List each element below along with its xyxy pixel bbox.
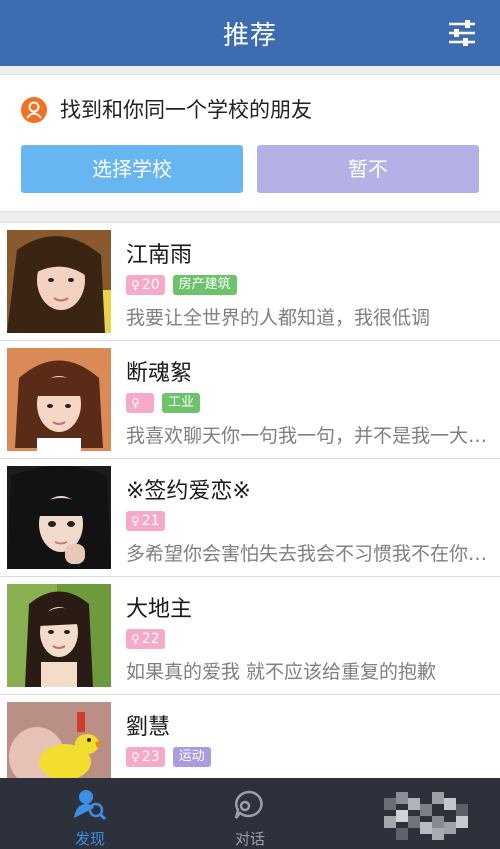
user-row[interactable]: ※签约爱恋※ ♀ 21 多希望你会害怕失去我会不习惯我不在你身边 [0, 459, 500, 577]
filter-button[interactable] [446, 17, 478, 49]
user-bio: 多希望你会害怕失去我会不习惯我不在你身边 [126, 543, 492, 565]
bottom-nav: 发现 对话 [0, 778, 500, 849]
category-tag: 运动 [172, 747, 211, 767]
female-icon: ♀ [131, 514, 140, 528]
user-tags: ♀ 21 [126, 511, 165, 531]
school-prompt-card: 找到和你同一个学校的朋友 选择学校 暂不 [0, 74, 500, 212]
page-title: 推荐 [222, 20, 277, 51]
female-icon: ♀ [131, 632, 140, 646]
tab-discover-label: 发现 [74, 830, 105, 848]
user-row[interactable]: 大地主 ♀ 22 如果真的爱我 就不应该给重复的抱歉 [0, 577, 500, 695]
user-bio: 我要让全世界的人都知道，我很低调 [126, 307, 431, 329]
chat-bubble-icon [234, 790, 263, 819]
user-name: 大地主 [126, 597, 193, 622]
age-tag: ♀ 20 [126, 275, 165, 295]
age-value: 23 [141, 749, 160, 765]
category-tag: 工业 [162, 393, 201, 413]
user-row[interactable]: 江南雨 ♀ 20 房产建筑 我要让全世界的人都知道，我很低调 [0, 223, 500, 341]
user-row[interactable]: 劉慧 ♀ 23 运动 [0, 695, 500, 778]
avatar[interactable] [7, 702, 111, 778]
person-circle-icon [21, 97, 47, 123]
category-tag: 房产建筑 [172, 275, 237, 295]
sliders-icon [449, 20, 475, 46]
age-tag: ♀ 22 [126, 629, 165, 649]
female-icon: ♀ [131, 396, 140, 410]
user-tags: ♀ 22 [126, 629, 165, 649]
pixelated-nav-item[interactable] [384, 792, 468, 840]
tab-chat[interactable]: 对话 [200, 778, 300, 849]
age-value: 20 [141, 277, 160, 293]
female-icon: ♀ [131, 278, 140, 292]
discover-icon [74, 790, 107, 821]
age-value: 21 [141, 513, 160, 529]
age-value: 22 [141, 631, 160, 647]
avatar[interactable] [7, 348, 111, 451]
age-tag: ♀ 21 [126, 511, 165, 531]
age-tag: ♀ [126, 393, 154, 413]
user-name: 江南雨 [126, 243, 193, 268]
user-list: 江南雨 ♀20 房产建筑 我要让全世界的人都知道，我很低调 断魂絮 ♀ 工业 [0, 222, 500, 778]
female-icon: ♀ [131, 750, 140, 764]
user-row[interactable]: 断魂絮 ♀ 工业 我喜欢聊天你一句我一句，并不是我一大段你一句 [0, 341, 500, 459]
user-bio: 如果真的爱我 就不应该给重复的抱歉 [126, 661, 437, 683]
user-tags: ♀ 23 运动 [126, 747, 211, 767]
avatar[interactable] [7, 230, 111, 333]
user-bio: 我喜欢聊天你一句我一句，并不是我一大段你一句 [126, 425, 492, 447]
user-name: 劉慧 [126, 715, 171, 740]
user-tags: ♀ 工业 [126, 393, 201, 413]
school-prompt-text: 找到和你同一个学校的朋友 [60, 98, 312, 122]
user-name: 断魂絮 [126, 361, 193, 386]
skip-button[interactable]: 暂不 [257, 145, 479, 193]
top-bar: 推荐 [0, 0, 500, 66]
avatar[interactable] [7, 466, 111, 569]
tab-chat-label: 对话 [234, 830, 265, 848]
select-school-button[interactable]: 选择学校 [21, 145, 243, 193]
avatar[interactable] [7, 584, 111, 687]
user-name: ※签约爱恋※ [126, 479, 251, 504]
user-tags: ♀ 20 房产建筑 [126, 275, 237, 295]
age-tag: ♀ 23 [126, 747, 165, 767]
tab-discover[interactable]: 发现 [40, 778, 140, 849]
